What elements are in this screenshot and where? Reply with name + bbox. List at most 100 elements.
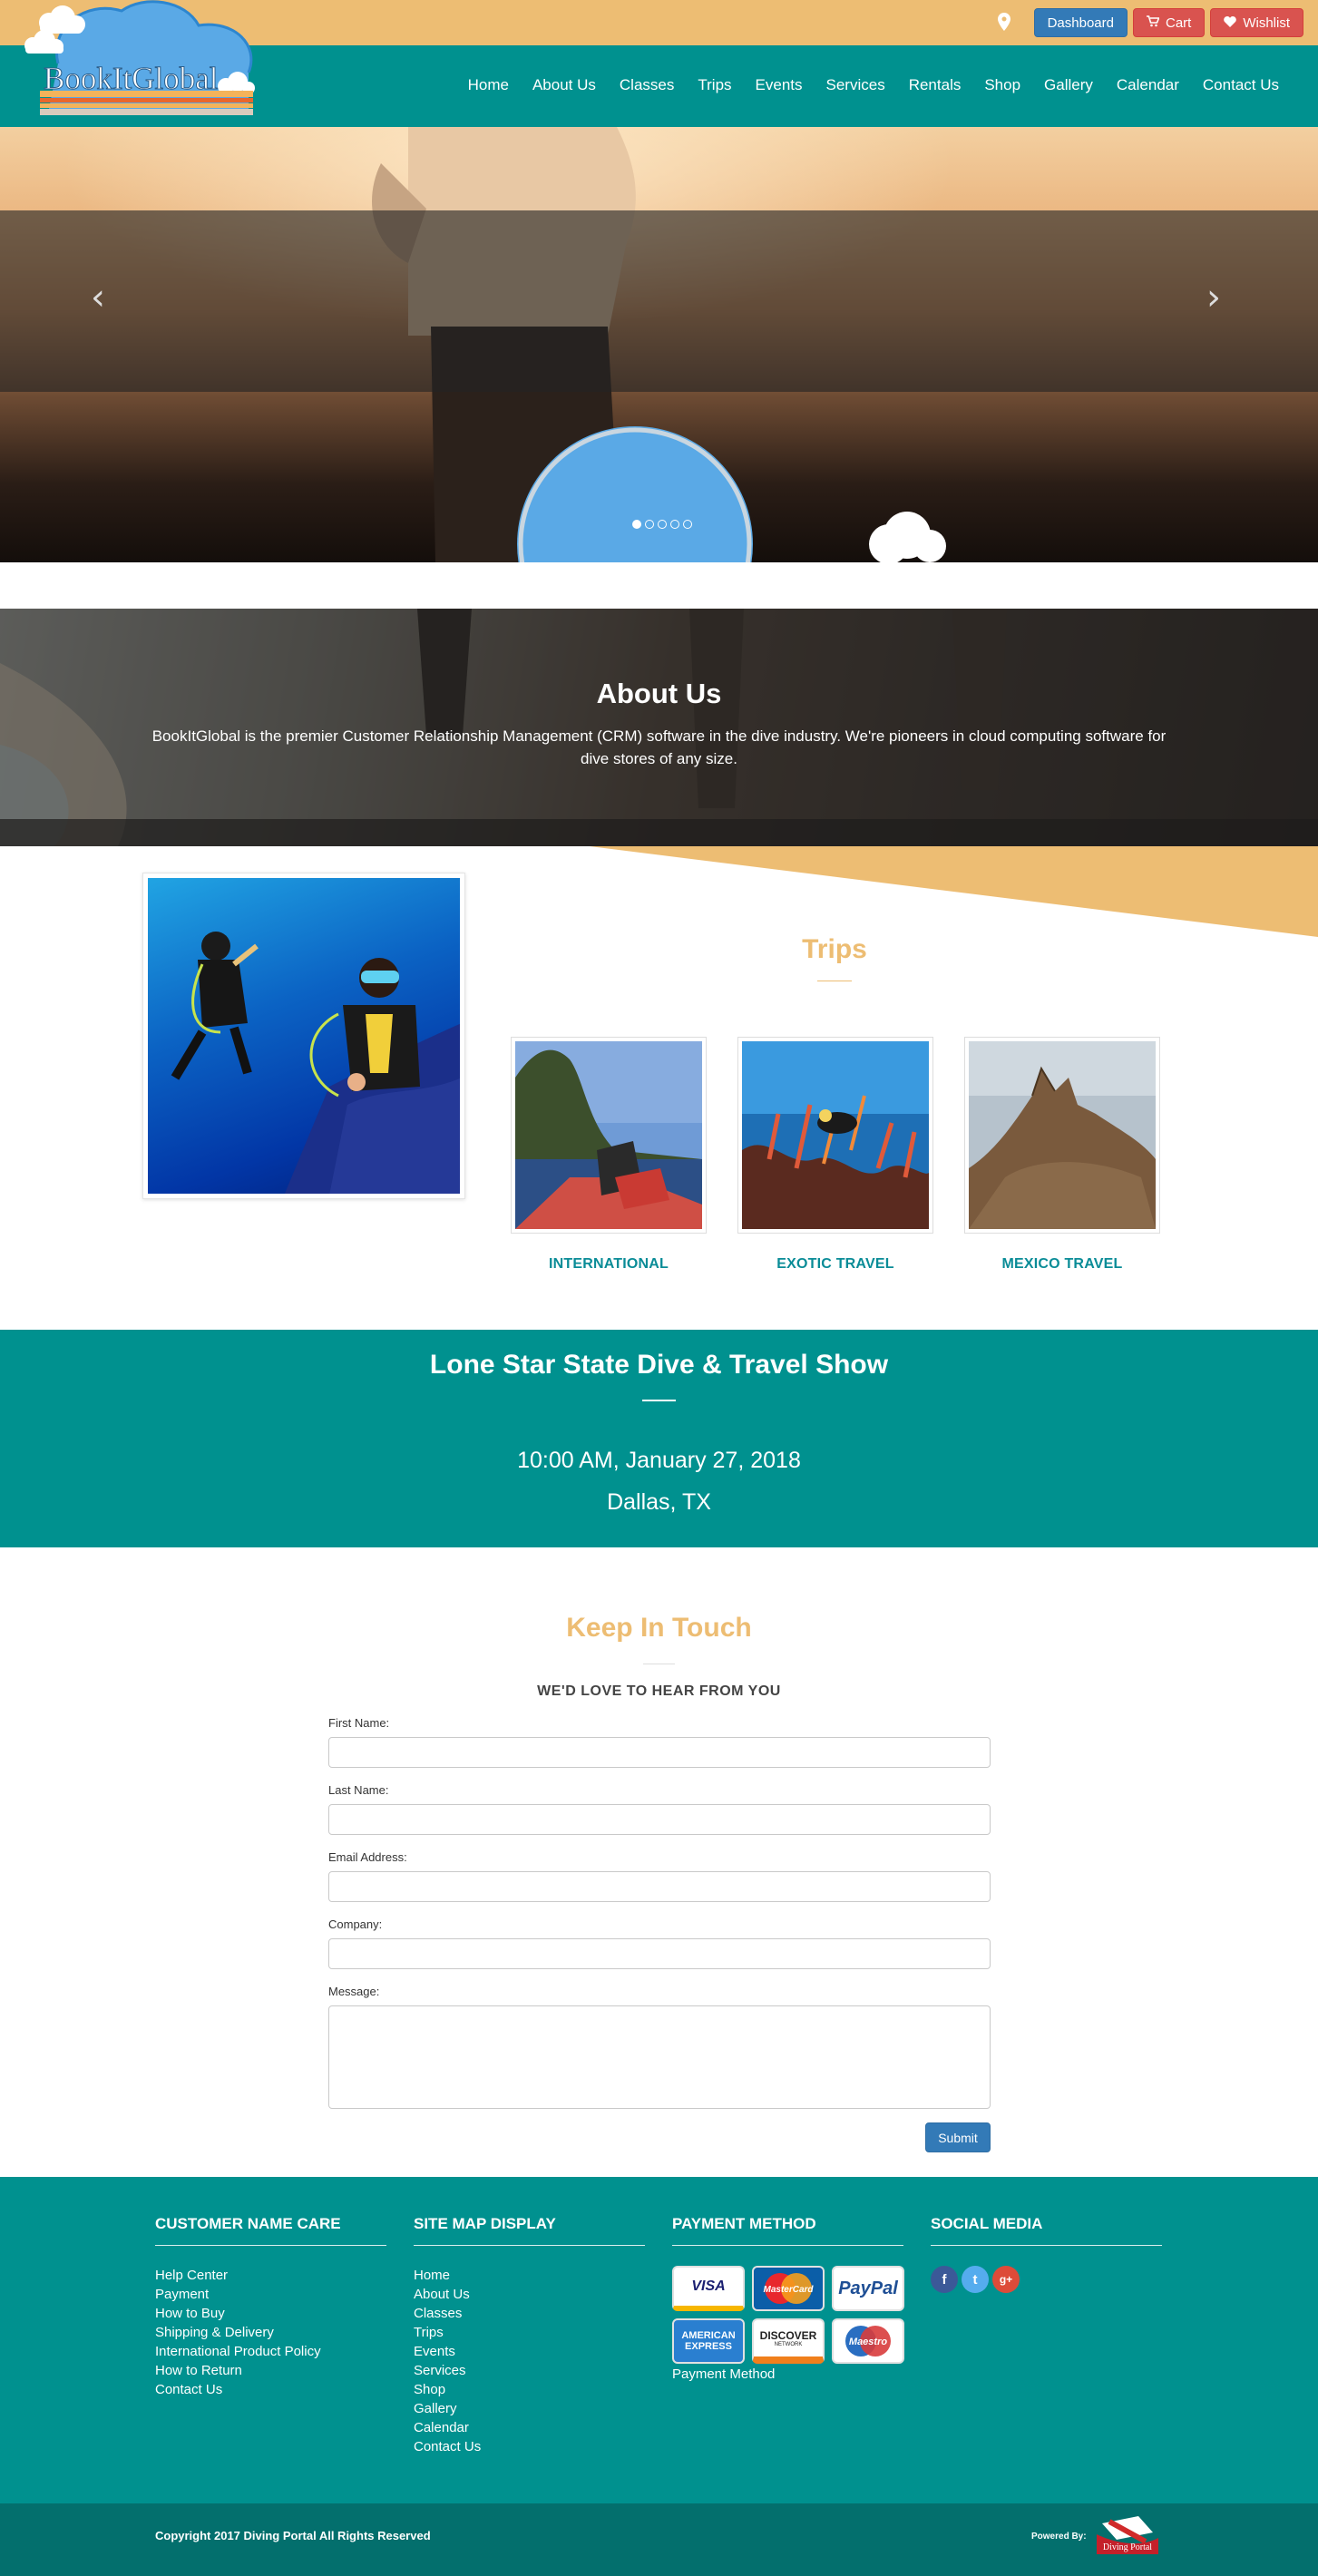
footer-link-help-center[interactable]: Help Center — [155, 2266, 386, 2285]
carousel-indicator-dot[interactable] — [683, 520, 692, 529]
email-label: Email Address: — [328, 1850, 407, 1864]
footer-link-contact-us[interactable]: Contact Us — [155, 2380, 386, 2399]
footer-social-media: SOCIAL MEDIA f t g+ — [931, 2215, 1162, 2293]
trip-card-mexico-travel[interactable]: MEXICO TRAVEL — [964, 1037, 1160, 1273]
contact-subtitle: WE'D LOVE TO HEAR FROM YOU — [537, 1683, 781, 1699]
nav-item-events[interactable]: Events — [744, 71, 815, 100]
trip-image-mexico-travel — [969, 1041, 1156, 1229]
trip-image-frame — [511, 1037, 707, 1234]
footer-sitemap-events[interactable]: Events — [414, 2342, 645, 2361]
footer-link-international-product-policy[interactable]: International Product Policy — [155, 2342, 386, 2361]
footer-sitemap-about-us[interactable]: About Us — [414, 2285, 645, 2304]
facebook-icon[interactable]: f — [931, 2266, 958, 2293]
trip-card-international[interactable]: INTERNATIONAL — [511, 1037, 707, 1273]
social-icons: f t g+ — [931, 2266, 1162, 2293]
amex-card-icon: AMERICAN EXPRESS — [672, 2318, 745, 2364]
payment-cards: VISA MasterCard PayPal AMERICAN EXPRESS … — [672, 2266, 904, 2364]
discover-card-text: DISCOVER — [759, 2329, 817, 2342]
footer-sitemap-shop[interactable]: Shop — [414, 2380, 645, 2399]
logo-text: BookItGlobal — [44, 61, 219, 96]
submit-button[interactable]: Submit — [925, 2122, 991, 2152]
nav-item-contact-us[interactable]: Contact Us — [1191, 71, 1291, 100]
event-divider — [642, 1400, 676, 1401]
nav-item-rentals[interactable]: Rentals — [897, 71, 973, 100]
company-input[interactable] — [328, 1938, 991, 1969]
footer-sitemap-services[interactable]: Services — [414, 2361, 645, 2380]
trip-card-exotic-travel[interactable]: EXOTIC TRAVEL — [737, 1037, 933, 1273]
trips-title: Trips — [802, 934, 867, 964]
footer-sitemap-contact-us[interactable]: Contact Us — [414, 2437, 645, 2456]
carousel-indicators — [632, 520, 692, 529]
carousel-indicator-dot[interactable] — [670, 520, 679, 529]
carousel-prev-arrow[interactable]: ‹ — [91, 277, 105, 318]
footer-sitemap-home[interactable]: Home — [414, 2266, 645, 2285]
event-title[interactable]: Lone Star State Dive & Travel Show — [0, 1350, 1318, 1381]
featured-divers-image — [142, 873, 465, 1199]
first-name-input[interactable] — [328, 1737, 991, 1768]
event-section: Lone Star State Dive & Travel Show 10:00… — [0, 1330, 1318, 1547]
visa-card-icon: VISA — [672, 2266, 745, 2311]
cart-button[interactable]: Cart — [1132, 8, 1206, 37]
trip-label-international[interactable]: INTERNATIONAL — [511, 1256, 707, 1273]
message-textarea[interactable] — [328, 2005, 991, 2109]
footer-site-map-title: SITE MAP DISPLAY — [414, 2215, 556, 2232]
nav-item-home[interactable]: Home — [456, 71, 521, 100]
footer-divider — [931, 2245, 1162, 2246]
maestro-card-text: Maestro — [849, 2337, 887, 2347]
footer-bottom-bar: Copyright 2017 Diving Portal All Rights … — [0, 2503, 1318, 2576]
google-plus-icon[interactable]: g+ — [992, 2266, 1020, 2293]
wishlist-label: Wishlist — [1243, 15, 1290, 31]
footer-customer-care-title: CUSTOMER NAME CARE — [155, 2215, 341, 2232]
footer-sitemap-gallery[interactable]: Gallery — [414, 2399, 645, 2418]
footer-sitemap-calendar[interactable]: Calendar — [414, 2418, 645, 2437]
copyright-text: Copyright 2017 Diving Portal All Rights … — [155, 2529, 431, 2542]
cart-label: Cart — [1165, 15, 1192, 31]
diving-portal-logo[interactable]: Diving Portal — [1093, 2514, 1162, 2556]
nav-item-classes[interactable]: Classes — [608, 71, 686, 100]
carousel-indicator-dot[interactable] — [645, 520, 654, 529]
mastercard-card-icon: MasterCard — [752, 2266, 825, 2311]
footer-link-shipping-delivery[interactable]: Shipping & Delivery — [155, 2323, 386, 2342]
trip-image-exotic-travel — [742, 1041, 929, 1229]
email-input[interactable] — [328, 1871, 991, 1902]
dashboard-button[interactable]: Dashboard — [1033, 8, 1128, 37]
carousel-indicator-dot[interactable] — [632, 520, 641, 529]
footer: CUSTOMER NAME CARE Help Center Payment H… — [0, 2177, 1318, 2503]
footer-customer-care: CUSTOMER NAME CARE Help Center Payment H… — [155, 2215, 386, 2399]
nav-item-trips[interactable]: Trips — [686, 71, 743, 100]
nav-menu: Home About Us Classes Trips Events Servi… — [456, 71, 1291, 100]
maestro-card-icon: Maestro — [832, 2318, 904, 2364]
footer-link-how-to-return[interactable]: How to Return — [155, 2361, 386, 2380]
company-label: Company: — [328, 1917, 383, 1931]
trip-label-exotic-travel[interactable]: EXOTIC TRAVEL — [737, 1256, 933, 1273]
carousel-indicator-dot[interactable] — [658, 520, 667, 529]
event-time: 10:00 AM, January 27, 2018 — [517, 1448, 801, 1473]
nav-item-about-us[interactable]: About Us — [521, 71, 608, 100]
trip-label-mexico-travel[interactable]: MEXICO TRAVEL — [964, 1256, 1160, 1273]
contact-form: First Name: Last Name: Email Address: Co… — [328, 1714, 991, 2109]
twitter-icon[interactable]: t — [962, 2266, 989, 2293]
trip-image-frame — [964, 1037, 1160, 1234]
footer-link-payment[interactable]: Payment — [155, 2285, 386, 2304]
footer-sitemap-trips[interactable]: Trips — [414, 2323, 645, 2342]
nav-item-calendar[interactable]: Calendar — [1105, 71, 1191, 100]
first-name-label: First Name: — [328, 1716, 390, 1730]
event-place: Dallas, TX — [607, 1489, 711, 1515]
nav-item-services[interactable]: Services — [815, 71, 897, 100]
contact-title: Keep In Touch — [566, 1613, 752, 1643]
wishlist-button[interactable]: Wishlist — [1210, 8, 1303, 37]
footer-sitemap-classes[interactable]: Classes — [414, 2304, 645, 2323]
footer-payment-method: PAYMENT METHOD VISA MasterCard PayPal AM… — [672, 2215, 904, 2382]
carousel-next-arrow[interactable]: › — [1206, 277, 1221, 318]
map-pin-icon[interactable] — [997, 13, 1012, 33]
hero-caption-band — [0, 210, 1318, 392]
nav-item-shop[interactable]: Shop — [972, 71, 1032, 100]
last-name-label: Last Name: — [328, 1783, 389, 1797]
site-logo[interactable]: BookItGlobal — [22, 0, 259, 129]
nav-item-gallery[interactable]: Gallery — [1032, 71, 1105, 100]
footer-link-how-to-buy[interactable]: How to Buy — [155, 2304, 386, 2323]
amex-card-text: AMERICAN EXPRESS — [681, 2330, 736, 2352]
last-name-input[interactable] — [328, 1804, 991, 1835]
footer-divider — [155, 2245, 386, 2246]
footer-divider — [414, 2245, 645, 2246]
